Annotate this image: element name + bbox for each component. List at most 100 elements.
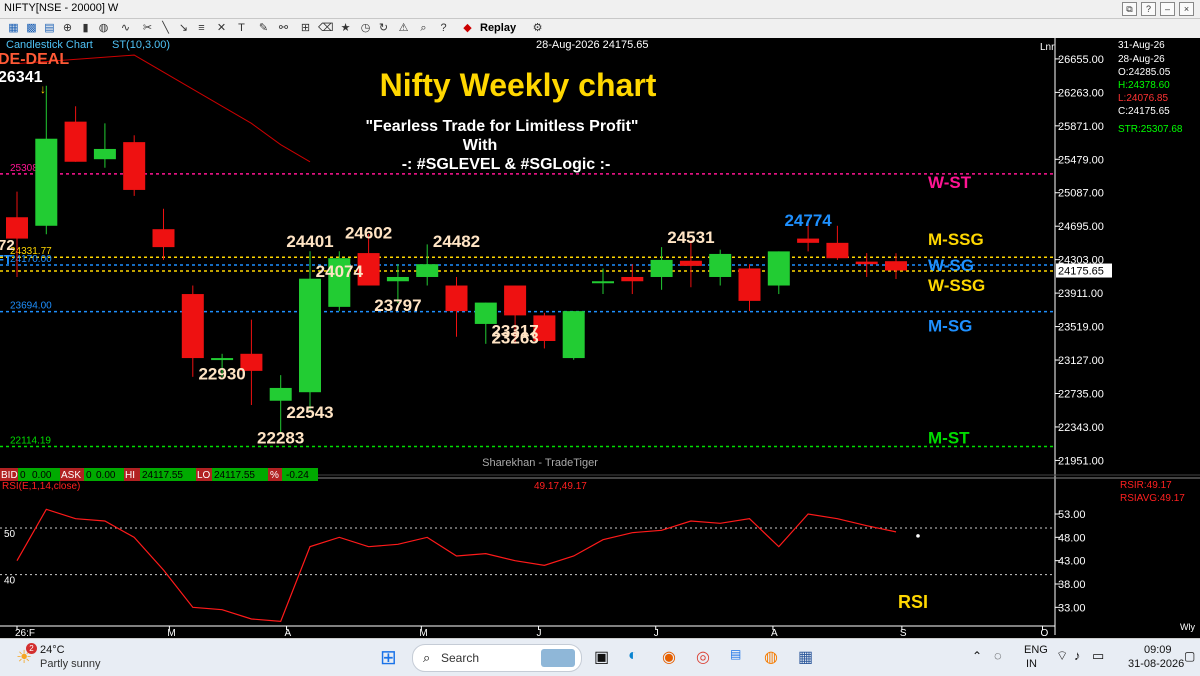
x-tick-label: S — [900, 628, 907, 638]
restore-button[interactable]: ⧉ — [1122, 2, 1137, 16]
ask-label: ASK — [61, 470, 81, 481]
x-tick-label: J — [537, 628, 542, 638]
x-tick-label: A — [771, 628, 778, 638]
chart-toolbar: ▦ ▩ ▤ ⊕ ▮ ◍ ∿ ✂ ╲ ↘ ≡ ✕ T ✎ ⚯ ⊞ ⌫ ★ ◷ ↻ … — [0, 19, 1200, 39]
price-axis-group: 26655.00 26263.00 25871.00 25479.00 25087.00… — [1055, 54, 1112, 467]
bars-icon[interactable]: ▮ — [78, 21, 93, 36]
clock-icon[interactable]: ◷ — [358, 21, 373, 36]
rsi-label: RSI — [898, 592, 928, 612]
level-name-m-ssg: M-SSG — [928, 230, 984, 249]
candle-body — [416, 264, 439, 277]
weather-desc[interactable]: Partly sunny — [40, 658, 101, 670]
pencil-icon[interactable]: ✎ — [256, 21, 271, 36]
network-status-icon[interactable]: ◌ — [994, 648, 1002, 663]
gear-icon[interactable]: ⚙ — [530, 21, 545, 36]
eraser-icon[interactable]: ⌫ — [318, 21, 334, 36]
taskbar: ☀ 2 24°C Partly sunny ⊞ ⌕ Search ▣ ◐ ◉ ◎… — [0, 638, 1200, 676]
current-price-tag: 24175.65 — [1058, 266, 1104, 278]
star-icon[interactable]: ★ — [338, 21, 353, 36]
x-axis-period: Wly — [1180, 622, 1195, 632]
firefox-icon[interactable]: ◉ — [662, 647, 676, 667]
ohlc-open: O:24285.05 — [1118, 67, 1171, 78]
candle-body — [797, 238, 820, 243]
close-button[interactable]: × — [1179, 2, 1194, 16]
battery-icon[interactable]: ▭ — [1092, 648, 1104, 664]
tray-chevron-icon[interactable]: ⌃ — [972, 649, 982, 663]
fibonacci-icon[interactable]: ≡ — [194, 21, 209, 36]
price-label: 23263 — [491, 329, 538, 348]
candle-body — [826, 242, 849, 259]
wifi-icon[interactable]: ⌔ — [1056, 648, 1068, 664]
template-icon[interactable]: ⊞ — [298, 21, 313, 36]
app-icon[interactable]: ▤ — [730, 647, 741, 661]
pct-value: -0.24 — [286, 470, 309, 481]
cross-icon[interactable]: ✕ — [214, 21, 229, 36]
rsi-tick-label: 33.00 — [1058, 602, 1086, 614]
price-chart-svg[interactable]: W-ST25308.00M-SSG24331.77W-SG24170.00W-S… — [0, 38, 1200, 639]
zoom-icon[interactable]: ⊕ — [60, 21, 75, 36]
lo-value: 24117.55 — [214, 470, 255, 481]
rsi-line — [16, 508, 897, 622]
candle-body — [6, 217, 28, 239]
ohlc-low: L:24076.85 — [1118, 93, 1168, 104]
candle-body — [269, 387, 292, 401]
word-icon[interactable]: ▦ — [798, 647, 813, 667]
speaker-icon[interactable]: ♪ — [1074, 648, 1081, 663]
x-tick-label: M — [419, 628, 427, 638]
arrow-tool-icon[interactable]: ↘ — [176, 21, 191, 36]
chart-title: Nifty Weekly chart — [380, 67, 657, 103]
tradetiger-icon[interactable]: ◍ — [764, 647, 778, 667]
rsi-tick-label: 38.00 — [1058, 579, 1086, 591]
help-button[interactable]: ? — [1141, 2, 1156, 16]
replay-button[interactable]: Replay — [480, 21, 516, 36]
help-icon[interactable]: ? — [436, 21, 451, 36]
window-controls: ⧉ ? – × — [1122, 2, 1194, 16]
scissors-icon[interactable]: ✂ — [140, 21, 155, 36]
alert-icon[interactable]: ⚠ — [396, 21, 411, 36]
minimize-button[interactable]: – — [1160, 2, 1175, 16]
tick-icon[interactable]: ▤ — [42, 21, 57, 36]
search-chart-icon[interactable]: ⌕ — [416, 21, 431, 36]
candle-body — [64, 121, 87, 162]
price-label: 24401 — [286, 232, 333, 251]
clock-date[interactable]: 31-08-2026 — [1128, 658, 1184, 670]
start-icon[interactable]: ⊞ — [380, 645, 397, 670]
ohlc-date-1: 31-Aug-26 — [1118, 40, 1165, 51]
ask-qty: 0 — [86, 470, 92, 481]
lang-1[interactable]: ENG — [1024, 644, 1048, 656]
search-highlight-icon — [541, 649, 575, 667]
globe-icon[interactable]: ◍ — [96, 21, 111, 36]
price-label: 24482 — [433, 232, 480, 251]
candle-body — [504, 285, 527, 316]
tagline-1: "Fearless Trade for Limitless Profit" — [365, 118, 638, 135]
lang-2[interactable]: IN — [1026, 658, 1037, 670]
task-view-icon[interactable]: ▣ — [594, 647, 609, 667]
clock-time[interactable]: 09:09 — [1144, 644, 1172, 656]
notification-icon[interactable]: ▢ — [1184, 649, 1195, 663]
daily-interval-icon[interactable]: ▦ — [6, 21, 21, 36]
x-tick-label: 26:F — [15, 628, 35, 638]
scale-label[interactable]: Lnr — [1040, 42, 1055, 53]
level-value-w-sg: 24170.00 — [10, 254, 52, 265]
price-tick-label: 23911.00 — [1058, 288, 1103, 300]
bid-value: 0.00 — [32, 470, 52, 481]
chart-area[interactable]: W-ST 25308.00 M-SSG 24331.77 W-SG 24170.00 W-S… — [0, 38, 1200, 639]
line-tool-icon[interactable]: ╲ — [158, 21, 173, 36]
weather-temp[interactable]: 24°C — [40, 644, 65, 656]
rsi-name: RSI(E,1,14,close) — [2, 481, 80, 492]
stop-icon[interactable]: ▩ — [24, 21, 39, 36]
level-value-m-sg: 23694.00 — [10, 301, 52, 312]
chrome-icon[interactable]: ◎ — [696, 647, 710, 667]
indicator-icon[interactable]: ∿ — [118, 21, 133, 36]
price-label: 23797 — [374, 296, 421, 315]
edge-icon[interactable]: ◐ — [628, 647, 638, 665]
price-label: 22930 — [198, 364, 245, 383]
replay-icon[interactable]: ◆ — [460, 21, 475, 36]
candle-body — [445, 285, 468, 312]
ask-value: 0.00 — [96, 470, 116, 481]
weather-badge: 2 — [26, 643, 37, 654]
refresh-icon[interactable]: ↻ — [376, 21, 391, 36]
text-tool-icon[interactable]: T — [234, 21, 249, 36]
link-icon[interactable]: ⚯ — [276, 21, 291, 36]
search-box[interactable]: ⌕ Search — [412, 644, 582, 672]
